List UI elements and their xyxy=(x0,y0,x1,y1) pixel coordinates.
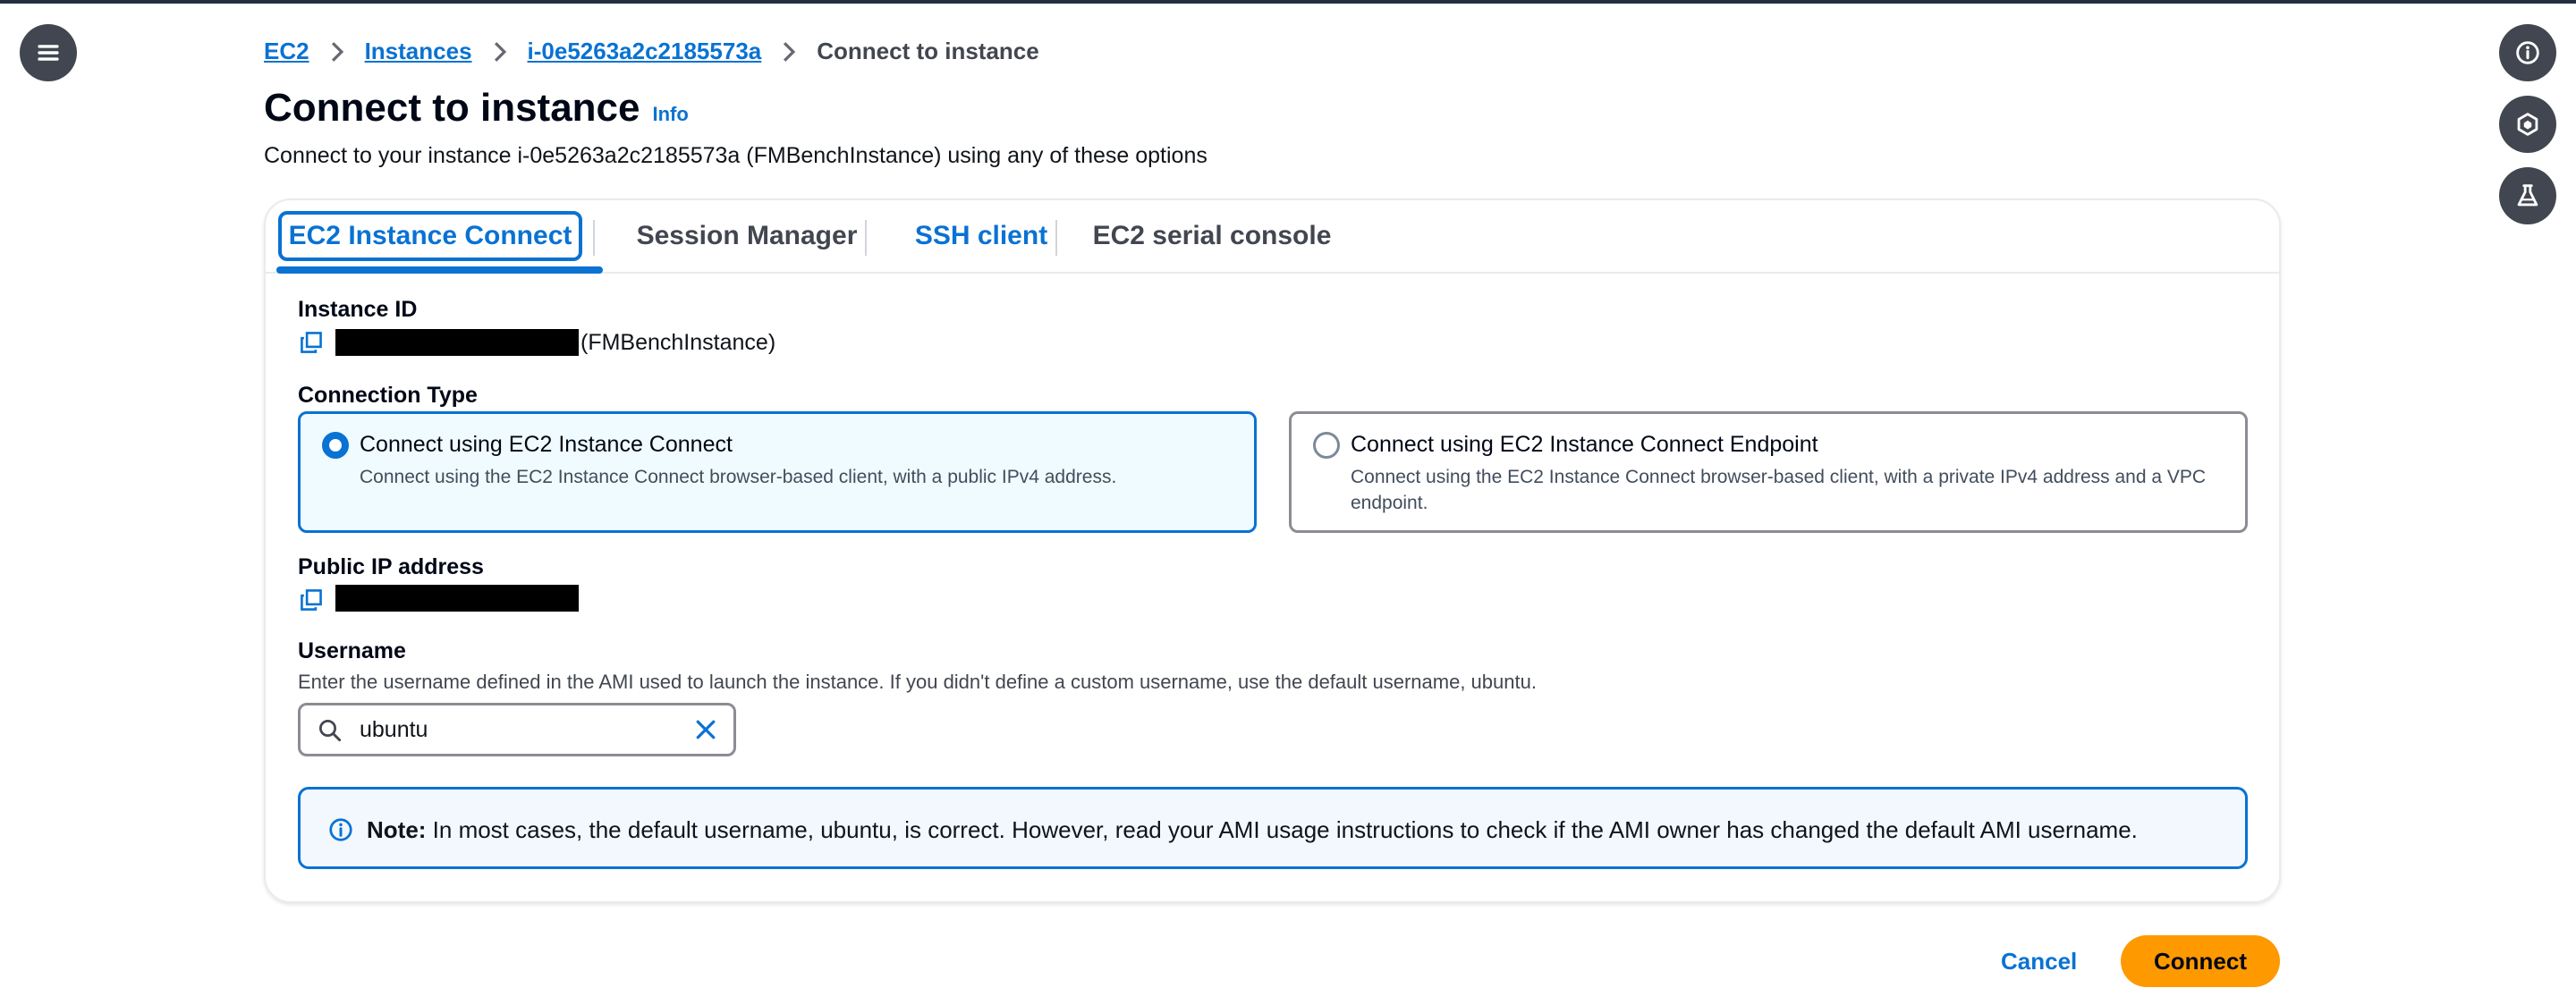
info-link[interactable]: Info xyxy=(653,103,689,126)
option-description: Connect using the EC2 Instance Connect b… xyxy=(360,467,1117,487)
experiments-panel-button[interactable] xyxy=(2499,167,2556,224)
username-hint: Enter the username defined in the AMI us… xyxy=(298,671,1537,693)
navigation-menu-button[interactable] xyxy=(20,24,77,81)
tab-ec2-instance-connect[interactable]: EC2 Instance Connect xyxy=(278,211,582,261)
instance-name: (FMBenchInstance) xyxy=(580,330,776,355)
connection-type-label: Connection Type xyxy=(298,383,478,408)
tab-session-manager[interactable]: Session Manager xyxy=(622,211,872,261)
copy-icon[interactable] xyxy=(300,331,323,354)
alert-text: In most cases, the default username, ubu… xyxy=(426,816,2138,843)
resources-panel-button[interactable] xyxy=(2499,96,2556,153)
username-input[interactable] xyxy=(360,713,646,747)
option-title: Connect using EC2 Instance Connect xyxy=(360,432,733,457)
search-icon xyxy=(319,720,342,742)
breadcrumb-current: Connect to instance xyxy=(817,38,1039,64)
tab-divider xyxy=(593,220,595,256)
redacted-public-ip xyxy=(335,585,579,612)
redacted-instance-id xyxy=(335,329,579,356)
info-icon xyxy=(2516,41,2539,64)
alert-message: Note: In most cases, the default usernam… xyxy=(367,816,2138,844)
page-description: Connect to your instance i-0e5263a2c2185… xyxy=(264,143,1208,168)
connect-button[interactable]: Connect xyxy=(2121,935,2280,987)
username-label: Username xyxy=(298,638,406,663)
chevron-right-icon xyxy=(327,40,347,63)
chevron-right-icon xyxy=(779,40,799,63)
radio-button-unselected[interactable] xyxy=(1313,432,1340,459)
connection-option-instance-connect[interactable]: Connect using EC2 Instance Connect Conne… xyxy=(298,411,1257,533)
tab-ec2-serial-console[interactable]: EC2 serial console xyxy=(1078,211,1346,261)
close-icon[interactable] xyxy=(692,716,719,743)
connection-option-instance-connect-endpoint[interactable]: Connect using EC2 Instance Connect Endpo… xyxy=(1289,411,2248,533)
cancel-button[interactable]: Cancel xyxy=(2001,948,2077,975)
copy-icon[interactable] xyxy=(300,588,323,612)
info-icon xyxy=(329,818,352,841)
connect-options-container: EC2 Instance Connect Session Manager SSH… xyxy=(264,198,2281,903)
top-navigation-bar xyxy=(0,0,2576,4)
tab-divider xyxy=(865,220,867,256)
active-tab-indicator xyxy=(276,266,603,274)
flask-icon xyxy=(2517,184,2538,207)
radio-button-selected[interactable] xyxy=(322,432,349,459)
hamburger-menu-icon xyxy=(38,45,59,61)
tab-bar: EC2 Instance Connect Session Manager SSH… xyxy=(266,200,2279,274)
username-field[interactable] xyxy=(298,703,736,756)
breadcrumb-link-instances[interactable]: Instances xyxy=(365,38,472,65)
instance-id-label: Instance ID xyxy=(298,297,418,322)
option-description: Connect using the EC2 Instance Connect b… xyxy=(1351,467,2207,513)
option-title: Connect using EC2 Instance Connect Endpo… xyxy=(1351,432,1818,457)
info-panel-button[interactable] xyxy=(2499,24,2556,81)
tab-ssh-client[interactable]: SSH client xyxy=(892,211,1071,261)
page-header: Connect to instance Info xyxy=(264,86,689,131)
alert-note-label: Note: xyxy=(367,816,427,843)
public-ip-label: Public IP address xyxy=(298,554,484,579)
hexagon-icon xyxy=(2517,113,2538,136)
page-title: Connect to instance xyxy=(264,86,640,130)
breadcrumb: EC2 Instances i-0e5263a2c2185573a Connec… xyxy=(264,38,1039,65)
tab-divider xyxy=(1055,220,1057,256)
breadcrumb-link-ec2[interactable]: EC2 xyxy=(264,38,309,65)
info-alert: Note: In most cases, the default usernam… xyxy=(298,787,2248,869)
chevron-right-icon xyxy=(490,40,510,63)
breadcrumb-link-instance-id[interactable]: i-0e5263a2c2185573a xyxy=(528,38,762,65)
